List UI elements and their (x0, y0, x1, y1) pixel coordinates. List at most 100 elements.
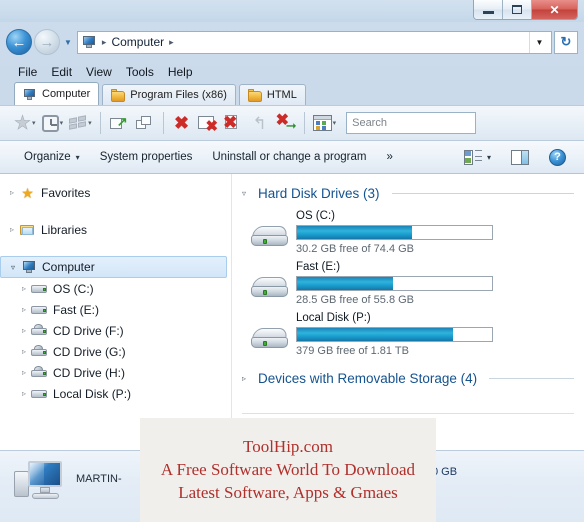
hard-drive-icon (250, 259, 296, 301)
drive-info: OS (C:) 30.2 GB free of 74.4 GB (296, 208, 574, 255)
recent-pages-button[interactable]: ▼ (64, 38, 72, 47)
views-icon (312, 115, 332, 131)
collapse-triangle-icon[interactable]: ▿ (7, 263, 19, 272)
window-arrow-icon: ↗ (109, 115, 128, 131)
undo-close-button[interactable]: ↰ (248, 110, 272, 136)
favorites-button[interactable]: ★ ▾ (12, 110, 38, 136)
content-pane: ▿ Hard Disk Drives (3) OS (C:) 30.2 GB f… (232, 174, 584, 450)
group-header-removable-storage[interactable]: ▹ Devices with Removable Storage (4) (242, 367, 574, 389)
sidebar-item-favorites[interactable]: ▹ ★ Favorites (0, 182, 231, 203)
open-new-window-button[interactable]: ↗ (107, 110, 131, 136)
close-and-go-button[interactable]: ✖ ➞ (274, 110, 298, 136)
close-window-button[interactable]: ✖ (196, 110, 220, 136)
sidebar-item-libraries[interactable]: ▹ Libraries (0, 219, 231, 240)
organize-button[interactable]: Organize ▾ (14, 145, 90, 169)
toolbar-divider (162, 112, 164, 134)
search-placeholder: Search (352, 117, 387, 129)
forward-arrow-icon: → (39, 33, 55, 51)
close-page-button[interactable]: ✖ (222, 110, 246, 136)
sidebar-item-label: Fast (E:) (53, 302, 100, 317)
expand-triangle-icon[interactable]: ▹ (242, 374, 252, 383)
maximize-button[interactable] (503, 0, 532, 19)
chevron-down-icon: ▾ (75, 152, 80, 162)
collapse-triangle-icon[interactable]: ▿ (242, 189, 252, 198)
double-chevron-icon: » (386, 151, 393, 163)
drive-item-local-disk-p[interactable]: Local Disk (P:) 379 GB free of 1.81 TB (242, 310, 574, 357)
capacity-bar-fill (297, 277, 393, 290)
hard-drive-icon (30, 283, 49, 295)
tab-computer[interactable]: Computer (14, 82, 100, 105)
expand-triangle-icon[interactable]: ▹ (18, 326, 30, 335)
breadcrumb-separator-end[interactable]: ▸ (166, 37, 177, 48)
windows-button[interactable]: ▾ (67, 110, 94, 136)
menu-item-file[interactable]: File (18, 65, 37, 79)
breadcrumb-item-computer[interactable]: Computer (109, 35, 166, 49)
windows-icon (69, 114, 87, 131)
minimize-button[interactable] (474, 0, 503, 19)
help-button[interactable]: ? (539, 145, 576, 169)
address-input[interactable]: ▸ Computer ▸ ▼ (76, 30, 552, 54)
tab-html[interactable]: HTML (238, 84, 306, 105)
back-button[interactable]: ← (6, 29, 32, 55)
close-button[interactable]: ✖ (170, 110, 194, 136)
group-rule (391, 192, 574, 194)
expand-triangle-icon[interactable]: ▹ (6, 188, 18, 197)
drive-item-os-c[interactable]: OS (C:) 30.2 GB free of 74.4 GB (242, 208, 574, 255)
tab-bar: Computer Program Files (x86) HTML (0, 82, 584, 105)
sidebar-item-cd-drive-h[interactable]: ▹ CD Drive (H:) (0, 362, 231, 383)
tab-label: Program Files (x86) (130, 89, 227, 101)
sidebar-item-label: CD Drive (F:) (53, 323, 124, 338)
star-icon: ★ (21, 184, 34, 201)
drive-info: Fast (E:) 28.5 GB free of 55.8 GB (296, 259, 574, 306)
preview-pane-icon (511, 149, 529, 165)
expand-triangle-icon[interactable]: ▹ (6, 225, 18, 234)
group-rule (489, 377, 574, 379)
capacity-bar (296, 276, 493, 291)
duplicate-window-button[interactable] (133, 110, 157, 136)
drive-item-fast-e[interactable]: Fast (E:) 28.5 GB free of 55.8 GB (242, 259, 574, 306)
sidebar-item-label: Computer (42, 260, 95, 274)
chevron-down-icon: ▾ (59, 120, 64, 127)
address-dropdown-button[interactable]: ▼ (529, 31, 549, 53)
capacity-bar-fill (297, 226, 413, 239)
search-input[interactable]: Search (346, 112, 477, 134)
group-header-hard-disk-drives[interactable]: ▿ Hard Disk Drives (3) (242, 182, 574, 204)
expand-triangle-icon[interactable]: ▹ (18, 347, 30, 356)
chevron-down-icon: ▾ (486, 152, 491, 162)
system-properties-button[interactable]: System properties (90, 145, 203, 169)
sidebar-item-cd-drive-g[interactable]: ▹ CD Drive (G:) (0, 341, 231, 362)
nav-group-computer: ▿ Computer ▹ OS (C:) ▹ Fast (E:) ▹ CD Dr… (0, 256, 231, 404)
overflow-button[interactable]: » (376, 145, 402, 169)
forward-button[interactable]: → (34, 29, 60, 55)
content-divider (242, 413, 574, 414)
nav-group-libraries: ▹ Libraries (0, 219, 231, 240)
sidebar-item-local-disk-p[interactable]: ▹ Local Disk (P:) (0, 383, 231, 404)
address-bar: ← → ▼ ▸ Computer ▸ ▼ ↻ (0, 22, 584, 62)
expand-triangle-icon[interactable]: ▹ (18, 389, 30, 398)
expand-triangle-icon[interactable]: ▹ (18, 284, 30, 293)
cd-drive-icon (30, 324, 49, 337)
close-button[interactable]: ✕ (532, 0, 577, 19)
views-button[interactable]: ▾ (311, 110, 339, 136)
menu-item-edit[interactable]: Edit (51, 65, 72, 79)
refresh-button[interactable]: ↻ (554, 30, 578, 54)
expand-triangle-icon[interactable]: ▹ (18, 305, 30, 314)
sidebar-item-cd-drive-f[interactable]: ▹ CD Drive (F:) (0, 320, 231, 341)
back-arrow-icon: ← (11, 33, 27, 51)
sidebar-item-label: Favorites (41, 185, 91, 200)
sidebar-item-computer[interactable]: ▿ Computer (0, 256, 227, 278)
show-preview-pane-button[interactable] (501, 145, 539, 169)
capacity-bar-fill (297, 328, 453, 341)
system-properties-label: System properties (99, 151, 193, 163)
uninstall-or-change-button[interactable]: Uninstall or change a program (202, 145, 376, 169)
menu-item-help[interactable]: Help (168, 65, 193, 79)
tab-program-files[interactable]: Program Files (x86) (102, 84, 236, 105)
expand-triangle-icon[interactable]: ▹ (18, 368, 30, 377)
sidebar-item-fast-e[interactable]: ▹ Fast (E:) (0, 299, 231, 320)
menu-item-view[interactable]: View (86, 65, 112, 79)
sidebar-item-os-c[interactable]: ▹ OS (C:) (0, 278, 231, 299)
change-view-button[interactable]: ▾ (454, 145, 501, 169)
menu-item-tools[interactable]: Tools (126, 65, 154, 79)
menu-bar: File Edit View Tools Help (0, 62, 584, 82)
history-button[interactable]: ▾ (40, 110, 66, 136)
